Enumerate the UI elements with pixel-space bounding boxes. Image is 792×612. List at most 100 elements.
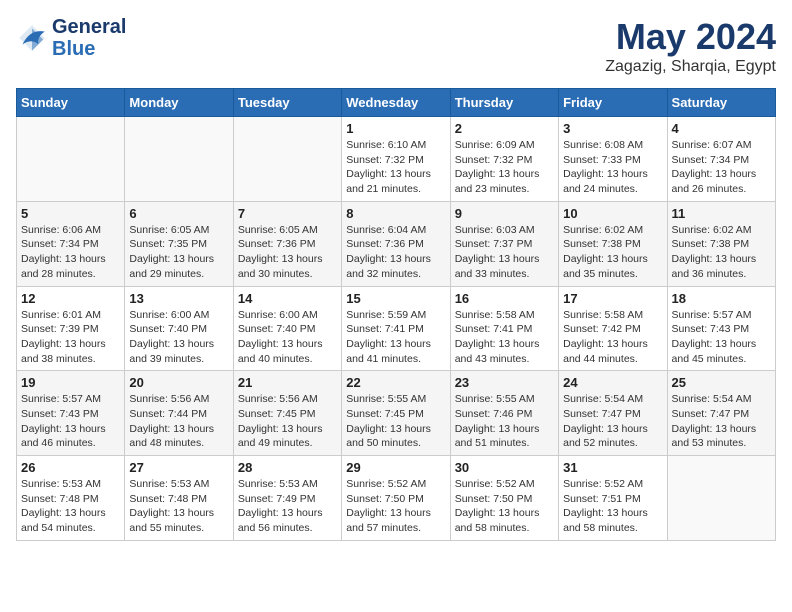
calendar-cell: 29 Sunrise: 5:52 AM Sunset: 7:50 PM Dayli… [342,456,450,541]
day-info: Sunrise: 5:52 AM Sunset: 7:50 PM Dayligh… [346,477,445,536]
day-number: 9 [455,206,554,221]
day-number: 5 [21,206,120,221]
calendar-cell: 17 Sunrise: 5:58 AM Sunset: 7:42 PM Dayli… [559,286,667,371]
day-number: 6 [129,206,228,221]
day-info: Sunrise: 6:00 AM Sunset: 7:40 PM Dayligh… [129,308,228,367]
calendar-week-5: 26 Sunrise: 5:53 AM Sunset: 7:48 PM Dayli… [17,456,776,541]
day-info: Sunrise: 6:09 AM Sunset: 7:32 PM Dayligh… [455,138,554,197]
day-number: 21 [238,375,337,390]
calendar-cell: 2 Sunrise: 6:09 AM Sunset: 7:32 PM Daylig… [450,117,558,202]
day-info: Sunrise: 6:08 AM Sunset: 7:33 PM Dayligh… [563,138,662,197]
day-info: Sunrise: 5:55 AM Sunset: 7:45 PM Dayligh… [346,392,445,451]
calendar-cell: 1Sunrise: 6:10 AM Sunset: 7:32 PM Daylig… [342,117,450,202]
day-info: Sunrise: 5:55 AM Sunset: 7:46 PM Dayligh… [455,392,554,451]
day-number: 7 [238,206,337,221]
location-title: Zagazig, Sharqia, Egypt [605,58,776,76]
logo-general: General [52,16,126,38]
calendar-table: SundayMondayTuesdayWednesdayThursdayFrid… [16,88,776,541]
day-number: 23 [455,375,554,390]
day-number: 24 [563,375,662,390]
day-info: Sunrise: 5:52 AM Sunset: 7:51 PM Dayligh… [563,477,662,536]
weekday-header-monday: Monday [125,89,233,117]
day-info: Sunrise: 5:59 AM Sunset: 7:41 PM Dayligh… [346,308,445,367]
calendar-cell: 9 Sunrise: 6:03 AM Sunset: 7:37 PM Daylig… [450,201,558,286]
calendar-cell: 6 Sunrise: 6:05 AM Sunset: 7:35 PM Daylig… [125,201,233,286]
day-info: Sunrise: 6:07 AM Sunset: 7:34 PM Dayligh… [672,138,771,197]
day-info: Sunrise: 5:53 AM Sunset: 7:48 PM Dayligh… [129,477,228,536]
calendar-cell: 15 Sunrise: 5:59 AM Sunset: 7:41 PM Dayli… [342,286,450,371]
day-number: 3 [563,121,662,136]
day-number: 10 [563,206,662,221]
day-info: Sunrise: 5:56 AM Sunset: 7:45 PM Dayligh… [238,392,337,451]
calendar-cell: 22 Sunrise: 5:55 AM Sunset: 7:45 PM Dayli… [342,371,450,456]
calendar-cell: 8Sunrise: 6:04 AM Sunset: 7:36 PM Daylig… [342,201,450,286]
day-info: Sunrise: 6:01 AM Sunset: 7:39 PM Dayligh… [21,308,120,367]
day-number: 25 [672,375,771,390]
weekday-header-tuesday: Tuesday [233,89,341,117]
calendar-cell [667,456,775,541]
day-info: Sunrise: 6:05 AM Sunset: 7:36 PM Dayligh… [238,223,337,282]
calendar-cell: 14 Sunrise: 6:00 AM Sunset: 7:40 PM Dayli… [233,286,341,371]
day-info: Sunrise: 6:06 AM Sunset: 7:34 PM Dayligh… [21,223,120,282]
calendar-cell: 7 Sunrise: 6:05 AM Sunset: 7:36 PM Daylig… [233,201,341,286]
calendar-cell: 31 Sunrise: 5:52 AM Sunset: 7:51 PM Dayli… [559,456,667,541]
day-number: 27 [129,460,228,475]
day-info: Sunrise: 5:57 AM Sunset: 7:43 PM Dayligh… [21,392,120,451]
day-number: 30 [455,460,554,475]
day-info: Sunrise: 6:02 AM Sunset: 7:38 PM Dayligh… [672,223,771,282]
weekday-header-thursday: Thursday [450,89,558,117]
day-number: 14 [238,291,337,306]
calendar-cell: 18Sunrise: 5:57 AM Sunset: 7:43 PM Dayli… [667,286,775,371]
day-number: 22 [346,375,445,390]
page-header: General Blue May 2024 Zagazig, Sharqia, … [16,16,776,76]
day-number: 15 [346,291,445,306]
day-info: Sunrise: 6:04 AM Sunset: 7:36 PM Dayligh… [346,223,445,282]
logo-icon [16,22,48,54]
calendar-cell: 13Sunrise: 6:00 AM Sunset: 7:40 PM Dayli… [125,286,233,371]
day-info: Sunrise: 6:02 AM Sunset: 7:38 PM Dayligh… [563,223,662,282]
day-info: Sunrise: 5:52 AM Sunset: 7:50 PM Dayligh… [455,477,554,536]
calendar-cell: 10 Sunrise: 6:02 AM Sunset: 7:38 PM Dayli… [559,201,667,286]
weekday-header-friday: Friday [559,89,667,117]
calendar-cell: 11Sunrise: 6:02 AM Sunset: 7:38 PM Dayli… [667,201,775,286]
calendar-cell: 28 Sunrise: 5:53 AM Sunset: 7:49 PM Dayli… [233,456,341,541]
day-info: Sunrise: 5:58 AM Sunset: 7:42 PM Dayligh… [563,308,662,367]
calendar-cell: 20Sunrise: 5:56 AM Sunset: 7:44 PM Dayli… [125,371,233,456]
calendar-cell [233,117,341,202]
day-number: 31 [563,460,662,475]
calendar-cell: 12 Sunrise: 6:01 AM Sunset: 7:39 PM Dayli… [17,286,125,371]
day-number: 1 [346,121,445,136]
day-number: 12 [21,291,120,306]
day-number: 17 [563,291,662,306]
calendar-cell: 4 Sunrise: 6:07 AM Sunset: 7:34 PM Daylig… [667,117,775,202]
day-number: 26 [21,460,120,475]
weekday-header-sunday: Sunday [17,89,125,117]
day-number: 28 [238,460,337,475]
day-info: Sunrise: 5:54 AM Sunset: 7:47 PM Dayligh… [563,392,662,451]
day-number: 19 [21,375,120,390]
calendar-cell [17,117,125,202]
calendar-cell: 3 Sunrise: 6:08 AM Sunset: 7:33 PM Daylig… [559,117,667,202]
day-number: 29 [346,460,445,475]
calendar-cell: 27 Sunrise: 5:53 AM Sunset: 7:48 PM Dayli… [125,456,233,541]
day-info: Sunrise: 5:53 AM Sunset: 7:49 PM Dayligh… [238,477,337,536]
day-info: Sunrise: 6:03 AM Sunset: 7:37 PM Dayligh… [455,223,554,282]
calendar-week-1: 1Sunrise: 6:10 AM Sunset: 7:32 PM Daylig… [17,117,776,202]
day-number: 20 [129,375,228,390]
day-info: Sunrise: 6:00 AM Sunset: 7:40 PM Dayligh… [238,308,337,367]
calendar-cell: 23 Sunrise: 5:55 AM Sunset: 7:46 PM Dayli… [450,371,558,456]
day-number: 4 [672,121,771,136]
calendar-cell: 26Sunrise: 5:53 AM Sunset: 7:48 PM Dayli… [17,456,125,541]
day-info: Sunrise: 5:58 AM Sunset: 7:41 PM Dayligh… [455,308,554,367]
calendar-cell: 19 Sunrise: 5:57 AM Sunset: 7:43 PM Dayli… [17,371,125,456]
day-info: Sunrise: 6:05 AM Sunset: 7:35 PM Dayligh… [129,223,228,282]
title-block: May 2024 Zagazig, Sharqia, Egypt [605,16,776,76]
day-number: 2 [455,121,554,136]
month-title: May 2024 [605,16,776,58]
calendar-cell: 16Sunrise: 5:58 AM Sunset: 7:41 PM Dayli… [450,286,558,371]
weekday-header-saturday: Saturday [667,89,775,117]
calendar-header-row: SundayMondayTuesdayWednesdayThursdayFrid… [17,89,776,117]
logo-blue: Blue [52,38,126,60]
weekday-header-wednesday: Wednesday [342,89,450,117]
calendar-cell: 24 Sunrise: 5:54 AM Sunset: 7:47 PM Dayli… [559,371,667,456]
